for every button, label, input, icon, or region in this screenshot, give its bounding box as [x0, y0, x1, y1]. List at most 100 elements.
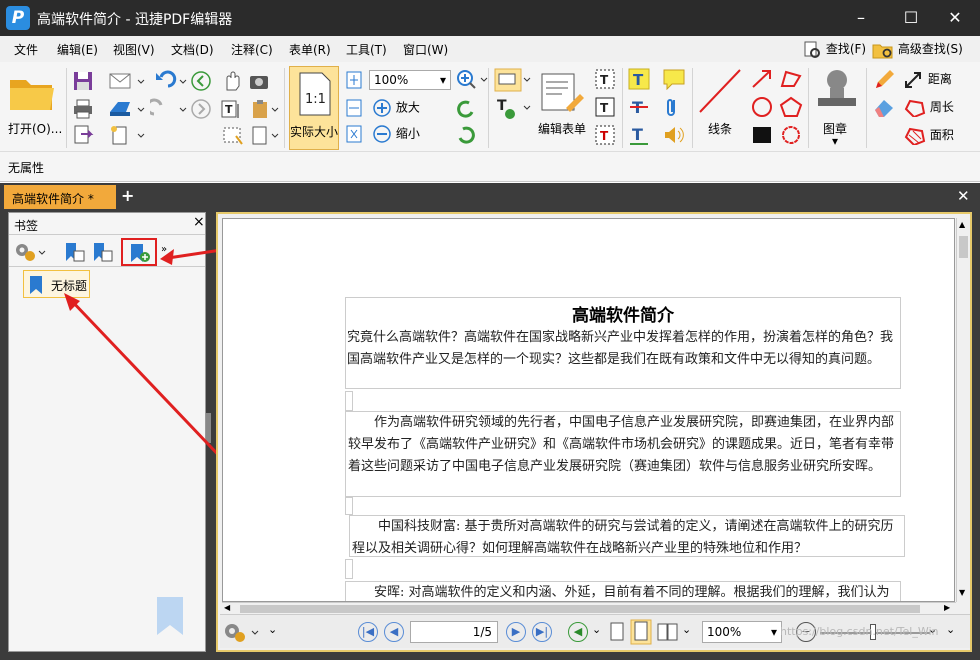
- last-page-button[interactable]: ▶|: [532, 622, 552, 642]
- status-expand-icon[interactable]: ⌄: [268, 623, 277, 636]
- menu-window[interactable]: 窗口(W): [403, 41, 448, 58]
- zoom-tool-icon[interactable]: [455, 68, 489, 92]
- open-button[interactable]: 打开(O)...: [6, 70, 63, 146]
- scroll-up-icon[interactable]: ▲: [959, 220, 965, 229]
- fit-page-icon[interactable]: [345, 70, 363, 90]
- vertical-scroll-thumb[interactable]: [959, 236, 968, 258]
- select-text-icon[interactable]: T: [220, 98, 248, 120]
- menu-view[interactable]: 视图(V): [113, 41, 155, 58]
- back-icon[interactable]: [190, 70, 212, 92]
- bookmark-panel-close[interactable]: ×: [193, 214, 205, 230]
- menu-tools[interactable]: 工具(T): [346, 41, 387, 58]
- fit-width-icon[interactable]: [345, 98, 363, 118]
- strikeout-icon[interactable]: T: [628, 96, 650, 118]
- scroll-right-icon[interactable]: ▶: [944, 603, 950, 612]
- text-area-icon[interactable]: T: [594, 96, 616, 118]
- email-icon[interactable]: [108, 70, 148, 92]
- panel-splitter[interactable]: [206, 413, 211, 443]
- eraser-icon[interactable]: [872, 96, 896, 118]
- polyline-icon[interactable]: [778, 68, 804, 90]
- go-back-button[interactable]: ◀: [568, 622, 588, 642]
- expand-bookmarks-icon[interactable]: [63, 241, 87, 263]
- collapse-bookmarks-icon[interactable]: [91, 241, 115, 263]
- maximize-button[interactable]: ☐: [896, 6, 926, 30]
- scan-icon[interactable]: [108, 98, 148, 120]
- close-window-button[interactable]: ✕: [940, 6, 970, 30]
- redo-icon[interactable]: [150, 98, 190, 120]
- facing-pages-icon[interactable]: [656, 621, 680, 643]
- rectangle-icon[interactable]: [750, 124, 774, 146]
- pencil-icon[interactable]: [872, 68, 896, 90]
- history-chevron-icon[interactable]: ⌄: [592, 623, 601, 636]
- zoom-out-button[interactable]: 缩小: [372, 124, 420, 144]
- stamp-button[interactable]: 图章 ▾: [812, 66, 862, 150]
- layout-chevron-icon[interactable]: ⌄: [682, 623, 691, 636]
- tab-document[interactable]: 高端软件简介 *: [4, 185, 116, 209]
- previous-page-button[interactable]: ◀: [384, 622, 404, 642]
- page-tools-icon[interactable]: [250, 124, 280, 146]
- sound-icon[interactable]: [662, 124, 686, 146]
- scroll-down-icon[interactable]: ▼: [959, 588, 965, 597]
- line-tool-button[interactable]: 线条: [698, 66, 744, 146]
- status-end-chevron-icon[interactable]: ⌄: [946, 623, 955, 636]
- underline-icon[interactable]: T: [628, 124, 650, 146]
- attach-file-icon[interactable]: [662, 96, 686, 118]
- settings-gear-icon[interactable]: [13, 241, 47, 263]
- perimeter-button[interactable]: 周长: [904, 98, 954, 118]
- zoom-in-button[interactable]: 放大: [372, 98, 420, 118]
- fit-visible-icon[interactable]: [345, 124, 363, 144]
- status-settings-icon[interactable]: [222, 621, 262, 643]
- paste-icon[interactable]: [250, 98, 280, 120]
- menu-document[interactable]: 文档(D): [171, 41, 214, 58]
- distance-button[interactable]: 距离: [904, 70, 952, 89]
- forward-icon[interactable]: [190, 98, 212, 120]
- print-icon[interactable]: [72, 98, 94, 120]
- arrow-icon[interactable]: [750, 68, 774, 90]
- minimize-button[interactable]: –: [846, 6, 876, 30]
- zoom-select[interactable]: 100% ▾: [369, 70, 451, 90]
- horizontal-scrollbar[interactable]: ◀ ▶: [222, 602, 956, 614]
- vertical-scrollbar[interactable]: ▲ ▼: [956, 218, 970, 602]
- continuous-page-icon[interactable]: [630, 619, 652, 645]
- scroll-left-icon[interactable]: ◀: [224, 603, 230, 612]
- area-button[interactable]: 面积: [904, 126, 954, 146]
- single-page-icon[interactable]: [608, 621, 626, 643]
- horizontal-scroll-thumb[interactable]: [240, 605, 920, 613]
- page-number-input[interactable]: 1/5: [410, 621, 498, 643]
- new-document-icon[interactable]: [108, 124, 148, 146]
- first-page-button[interactable]: |◀: [358, 622, 378, 642]
- polygon-icon[interactable]: [778, 96, 804, 118]
- menu-edit[interactable]: 编辑(E): [57, 41, 98, 58]
- rotate-right-icon[interactable]: [455, 124, 477, 146]
- form-select-icon[interactable]: [494, 68, 534, 92]
- menu-comment[interactable]: 注释(C): [231, 41, 273, 58]
- ellipse-icon[interactable]: [750, 96, 774, 118]
- find-button[interactable]: 查找(F): [802, 39, 866, 60]
- hand-tool-icon[interactable]: [220, 70, 242, 92]
- next-page-button[interactable]: ▶: [506, 622, 526, 642]
- undo-icon[interactable]: [150, 70, 190, 92]
- note-icon[interactable]: [662, 68, 686, 90]
- add-tab-button[interactable]: +: [121, 186, 134, 205]
- rotate-left-icon[interactable]: [455, 98, 477, 120]
- snapshot-icon[interactable]: [248, 70, 270, 92]
- menu-file[interactable]: 文件: [14, 41, 38, 58]
- advanced-find-button[interactable]: 高级查找(S): [872, 39, 963, 60]
- add-bookmark-button[interactable]: [121, 238, 157, 266]
- select-area-icon[interactable]: [220, 124, 246, 146]
- text-box-icon[interactable]: T: [594, 68, 616, 90]
- text-field-icon[interactable]: T: [494, 96, 534, 122]
- open-label: 打开(O)...: [8, 122, 63, 136]
- more-tools-chevron-icon[interactable]: »: [161, 244, 167, 255]
- callout-text-icon[interactable]: T: [594, 124, 616, 146]
- edit-form-button[interactable]: 编辑表单: [536, 70, 592, 146]
- export-icon[interactable]: [72, 124, 102, 146]
- status-zoom-select[interactable]: 100% ▾: [702, 621, 782, 643]
- close-all-tabs-button[interactable]: ✕: [957, 187, 970, 205]
- save-icon[interactable]: [72, 70, 94, 92]
- highlight-icon[interactable]: T: [628, 68, 650, 90]
- actual-size-button[interactable]: 1:1 实际大小: [289, 66, 339, 150]
- bookmark-item[interactable]: 无标题: [23, 270, 90, 298]
- cloud-icon[interactable]: [778, 124, 804, 146]
- menu-form[interactable]: 表单(R): [289, 41, 331, 58]
